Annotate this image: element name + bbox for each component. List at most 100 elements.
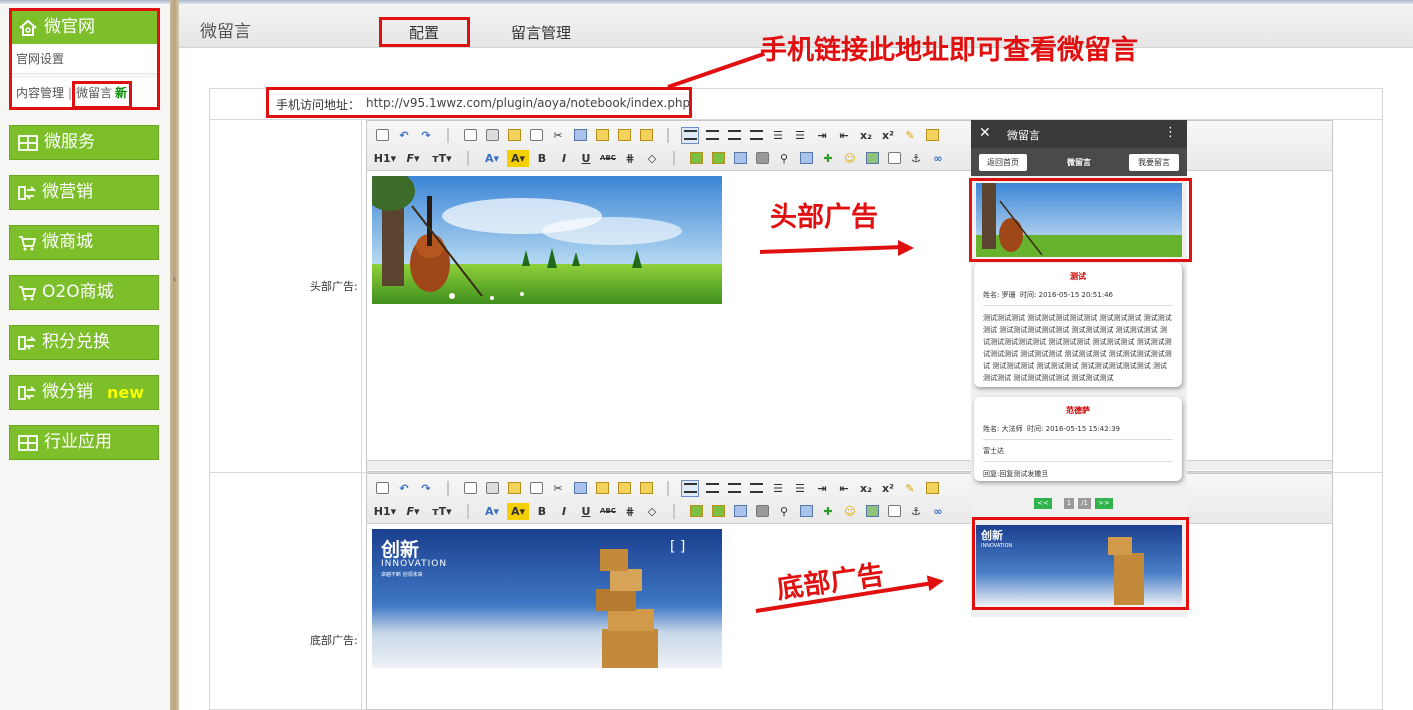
emoticon-icon[interactable]: ☺ [841, 150, 859, 167]
align-center-icon[interactable] [703, 480, 721, 497]
quick-format-icon[interactable] [923, 480, 941, 497]
source-icon[interactable] [373, 480, 391, 497]
multi-image-icon[interactable] [709, 503, 727, 520]
close-icon[interactable]: ✕ [979, 125, 991, 141]
print-icon[interactable] [483, 480, 501, 497]
table-icon[interactable] [797, 150, 815, 167]
undo-icon[interactable]: ↶ [395, 480, 413, 497]
sidebar-item-o2o[interactable]: O2O商城 [9, 275, 159, 310]
strikethrough-icon[interactable]: ABC [599, 150, 617, 167]
highlight-icon[interactable]: A ▾ [507, 502, 529, 520]
hr-icon[interactable]: ✚ [819, 150, 837, 167]
superscript-icon[interactable]: x² [879, 480, 897, 497]
align-center-icon[interactable] [703, 127, 721, 144]
link-icon[interactable]: ∞ [929, 503, 947, 520]
font-family-dropdown[interactable]: F ▾ [401, 503, 425, 520]
ordered-list-icon[interactable]: ☰ [769, 127, 787, 144]
cut-icon[interactable]: ✂ [549, 127, 567, 144]
quick-format-icon[interactable] [923, 127, 941, 144]
align-right-icon[interactable] [725, 480, 743, 497]
map-icon[interactable] [863, 150, 881, 167]
align-right-icon[interactable] [725, 127, 743, 144]
paste-word-icon[interactable] [637, 480, 655, 497]
indent-icon[interactable]: ⇥ [813, 127, 831, 144]
media-icon[interactable] [753, 503, 771, 520]
subscript-icon[interactable]: x₂ [857, 480, 875, 497]
align-left-icon[interactable] [681, 479, 699, 497]
align-justify-icon[interactable] [747, 127, 765, 144]
remove-format-icon[interactable]: ◇ [643, 150, 661, 167]
indent-icon[interactable]: ⇥ [813, 480, 831, 497]
code-icon[interactable] [527, 480, 545, 497]
font-color-icon[interactable]: A ▾ [481, 503, 503, 520]
outdent-icon[interactable]: ⇤ [835, 127, 853, 144]
underline-icon[interactable]: U [577, 150, 595, 167]
paste-text-icon[interactable] [615, 480, 633, 497]
flash-icon[interactable] [731, 503, 749, 520]
sidebar-item-weishangcheng[interactable]: 微商城 [9, 225, 159, 260]
heading-dropdown[interactable]: H1 ▾ [373, 150, 397, 167]
image-icon[interactable] [687, 150, 705, 167]
code-icon[interactable] [527, 127, 545, 144]
align-left-icon[interactable] [681, 126, 699, 144]
ordered-list-icon[interactable]: ☰ [769, 480, 787, 497]
prev-page-button[interactable]: << [1034, 498, 1052, 509]
highlight-icon[interactable]: A ▾ [507, 149, 529, 167]
preview-icon[interactable] [461, 127, 479, 144]
image-icon[interactable] [687, 503, 705, 520]
print-icon[interactable] [483, 127, 501, 144]
redo-icon[interactable]: ↷ [417, 127, 435, 144]
multi-image-icon[interactable] [709, 150, 727, 167]
source-icon[interactable] [373, 127, 391, 144]
header-ad-image[interactable] [372, 176, 722, 304]
underline-icon[interactable]: U [577, 503, 595, 520]
media-icon[interactable] [753, 150, 771, 167]
font-family-dropdown[interactable]: F ▾ [401, 150, 425, 167]
font-color-icon[interactable]: A ▾ [481, 150, 503, 167]
copy-icon[interactable] [571, 127, 589, 144]
subscript-icon[interactable]: x₂ [857, 127, 875, 144]
tab-message-management[interactable]: 留言管理 [511, 22, 571, 43]
sidebar-item-weifuwu[interactable]: 微服务 [9, 125, 159, 160]
clear-icon[interactable]: ✎ [901, 480, 919, 497]
unordered-list-icon[interactable]: ☰ [791, 480, 809, 497]
footer-ad-image[interactable]: [ ] 创新 INNOVATION 卓越不断 创领未来 [372, 529, 722, 668]
strikethrough-icon[interactable]: ABC [599, 503, 617, 520]
undo-icon[interactable]: ↶ [395, 127, 413, 144]
more-icon[interactable]: ⋮ [1164, 125, 1177, 140]
paste-icon[interactable] [593, 480, 611, 497]
sidebar-item-jifen[interactable]: 积分兑换 [9, 325, 159, 360]
heading-dropdown[interactable]: H1 ▾ [373, 503, 397, 520]
anchor-icon[interactable]: ⚓ [907, 150, 925, 167]
align-justify-icon[interactable] [747, 480, 765, 497]
template-icon[interactable] [505, 127, 523, 144]
unordered-list-icon[interactable]: ☰ [791, 127, 809, 144]
anchor-icon[interactable]: ⚓ [907, 503, 925, 520]
message-card[interactable]: 测试 姓名: 罗珊 时间: 2016-05-15 20:51:46 测试测试测试… [974, 263, 1182, 387]
page-break-icon[interactable] [885, 150, 903, 167]
paste-word-icon[interactable] [637, 127, 655, 144]
map-icon[interactable] [863, 503, 881, 520]
sidebar-splitter[interactable]: ‹ [170, 0, 179, 710]
sidebar-item-hangye[interactable]: 行业应用 [9, 425, 159, 460]
attachment-icon[interactable]: ⚲ [775, 150, 793, 167]
sidebar-item-weiyingxiao[interactable]: 微营销 [9, 175, 159, 210]
paste-icon[interactable] [593, 127, 611, 144]
line-height-icon[interactable]: ⋕ [621, 150, 639, 167]
preview-icon[interactable] [461, 480, 479, 497]
emoticon-icon[interactable]: ☺ [841, 503, 859, 520]
sidebar-item-weifenxiao[interactable]: 微分销 new [9, 375, 159, 410]
italic-icon[interactable]: I [555, 503, 573, 520]
redo-icon[interactable]: ↷ [417, 480, 435, 497]
page-number[interactable]: 1 [1063, 498, 1075, 509]
superscript-icon[interactable]: x² [879, 127, 897, 144]
italic-icon[interactable]: I [555, 150, 573, 167]
flash-icon[interactable] [731, 150, 749, 167]
table-icon[interactable] [797, 503, 815, 520]
link-icon[interactable]: ∞ [929, 150, 947, 167]
font-size-dropdown[interactable]: тT ▾ [429, 150, 455, 167]
cut-icon[interactable]: ✂ [549, 480, 567, 497]
hr-icon[interactable]: ✚ [819, 503, 837, 520]
attachment-icon[interactable]: ⚲ [775, 503, 793, 520]
page-break-icon[interactable] [885, 503, 903, 520]
